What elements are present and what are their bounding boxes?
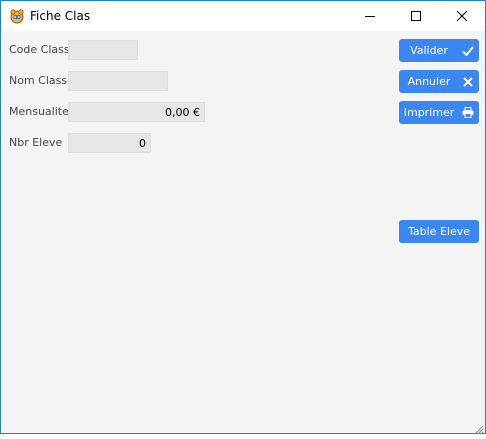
window-title: Fiche Clas [30,9,91,23]
checkmark-icon [457,39,479,62]
minimize-icon [365,16,375,17]
imprimer-button[interactable]: Imprimer [399,101,479,124]
close-icon [457,11,467,21]
minimize-button[interactable] [347,1,393,31]
app-logo-icon [9,8,25,24]
maximize-button[interactable] [393,1,439,31]
title-bar[interactable]: Fiche Clas [1,1,485,31]
table-eleve-label: Table Eleve [408,225,470,238]
code-class-input[interactable] [68,40,138,60]
window: Fiche Clas Code Class Nom Class Mensuali… [0,0,486,435]
resize-grip-icon[interactable] [472,420,484,435]
table-eleve-button[interactable]: Table Eleve [399,220,479,243]
annuler-label: Annuler [407,75,451,88]
maximize-icon [411,11,421,21]
nbr-eleve-input[interactable] [68,133,151,153]
annuler-button[interactable]: Annuler [399,70,479,93]
imprimer-label: Imprimer [403,106,455,119]
nbr-eleve-label: Nbr Eleve [9,136,63,149]
form-body: Code Class Nom Class Mensualite Nbr Elev… [1,31,485,435]
valider-label: Valider [410,44,448,57]
mensualite-input[interactable] [68,102,205,122]
code-class-label: Code Class [9,43,70,56]
close-button[interactable] [439,1,485,31]
printer-icon [457,101,479,124]
valider-button[interactable]: Valider [399,39,479,62]
x-icon [457,70,479,93]
nom-class-input[interactable] [68,71,168,91]
mensualite-label: Mensualite [9,105,69,118]
nom-class-label: Nom Class [9,74,68,87]
